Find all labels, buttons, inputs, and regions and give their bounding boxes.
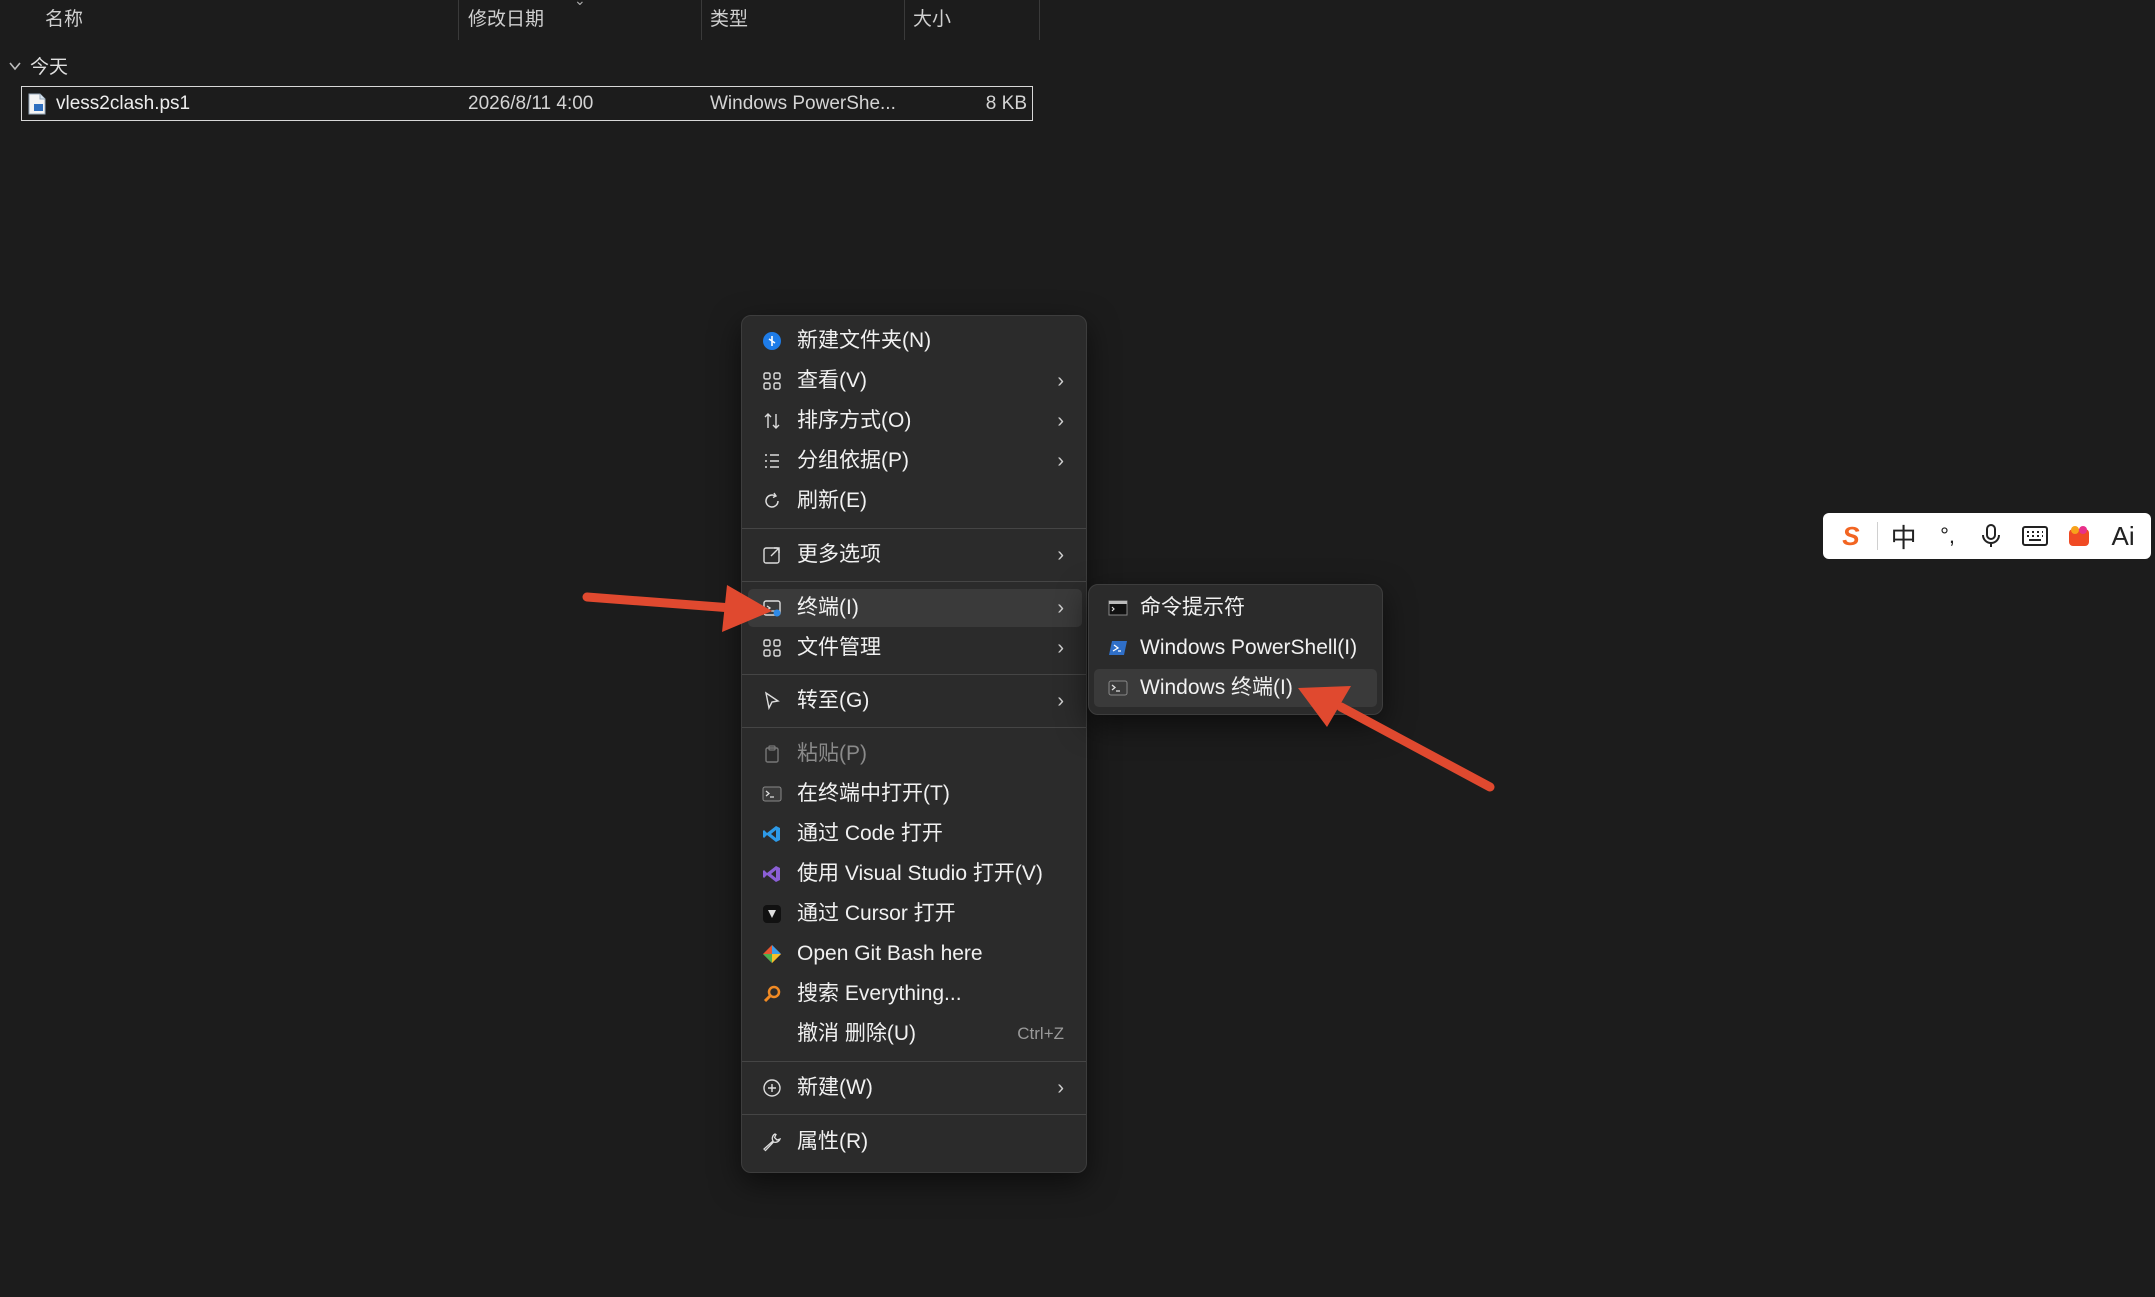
menu-item-paste[interactable]: 粘贴(P) — [748, 735, 1082, 773]
menu-item-sort[interactable]: 排序方式(O) › — [748, 402, 1082, 440]
menu-separator — [742, 727, 1086, 728]
wrench-icon — [762, 1132, 782, 1152]
submenu-item-cmd[interactable]: 命令提示符 — [1094, 589, 1377, 627]
terminal-icon — [762, 784, 782, 804]
column-divider[interactable] — [1039, 0, 1040, 40]
chevron-right-icon: › — [1057, 637, 1064, 659]
sort-chevron-icon: ⌄ — [574, 0, 586, 8]
shortcut-hint: Ctrl+Z — [1017, 1024, 1064, 1043]
file-row[interactable]: vless2clash.ps1 2026/8/11 4:00 Windows P… — [21, 86, 1033, 121]
powershell-icon — [1108, 638, 1128, 658]
keyboard-icon[interactable] — [2017, 518, 2053, 554]
group-by-icon — [762, 451, 782, 471]
sogou-logo-icon[interactable]: S — [1833, 518, 1869, 554]
cursor-app-icon — [762, 904, 782, 924]
file-type: Windows PowerShe... — [710, 93, 896, 114]
menu-item-new-folder[interactable]: 新建文件夹(N) — [748, 322, 1082, 360]
column-divider[interactable] — [458, 0, 459, 40]
menu-separator — [742, 674, 1086, 675]
chevron-right-icon: › — [1057, 410, 1064, 432]
menu-separator — [742, 1114, 1086, 1115]
menu-item-terminal[interactable]: 终端(I) › — [748, 589, 1082, 627]
chevron-right-icon: › — [1057, 450, 1064, 472]
visual-studio-icon — [762, 864, 782, 884]
menu-item-goto[interactable]: 转至(G) › — [748, 682, 1082, 720]
powershell-script-icon — [28, 93, 46, 115]
vscode-icon — [762, 824, 782, 844]
menu-item-open-in-terminal[interactable]: 在终端中打开(T) — [748, 775, 1082, 813]
column-name[interactable]: 名称 — [45, 0, 83, 40]
chevron-right-icon: › — [1057, 597, 1064, 619]
more-options-icon — [762, 545, 782, 565]
menu-item-new[interactable]: 新建(W) › — [748, 1069, 1082, 1107]
terminal-submenu: 命令提示符 Windows PowerShell(I) Windows 终端(I… — [1088, 584, 1383, 715]
chevron-right-icon: › — [1057, 690, 1064, 712]
group-header-today[interactable]: 今天 — [8, 52, 68, 79]
paste-icon — [762, 744, 782, 764]
menu-item-open-with-code[interactable]: 通过 Code 打开 — [748, 815, 1082, 853]
ai-assistant-icon[interactable]: Ai — [2105, 518, 2141, 554]
chevron-right-icon: › — [1057, 1077, 1064, 1099]
terminal-icon — [762, 598, 782, 618]
git-icon — [762, 944, 782, 964]
menu-item-open-with-cursor[interactable]: 通过 Cursor 打开 — [748, 895, 1082, 933]
refresh-icon — [762, 491, 782, 511]
file-manage-icon — [762, 638, 782, 658]
chevron-down-icon — [9, 61, 21, 70]
cmd-icon — [1108, 598, 1128, 618]
toolbar-divider — [1876, 522, 1878, 550]
file-name: vless2clash.ps1 — [56, 93, 191, 114]
chinese-mode-toggle[interactable]: 中 — [1886, 518, 1922, 554]
file-date: 2026/8/11 4:00 — [468, 93, 594, 114]
column-type[interactable]: 类型 — [710, 0, 748, 40]
menu-item-view[interactable]: 查看(V) › — [748, 362, 1082, 400]
column-size[interactable]: 大小 — [913, 0, 951, 40]
sort-icon — [762, 411, 782, 431]
menu-separator — [742, 528, 1086, 529]
menu-item-open-with-visual-studio[interactable]: 使用 Visual Studio 打开(V) — [748, 855, 1082, 893]
menu-item-more-options[interactable]: 更多选项 › — [748, 536, 1082, 574]
file-size: 8 KB — [985, 93, 1027, 114]
menu-separator — [742, 1061, 1086, 1062]
column-modified-date[interactable]: 修改日期 — [468, 0, 544, 40]
menu-item-properties[interactable]: 属性(R) — [748, 1123, 1082, 1161]
punctuation-toggle[interactable]: °, — [1930, 518, 1966, 554]
menu-item-open-git-bash[interactable]: Open Git Bash here — [748, 935, 1082, 973]
column-divider[interactable] — [904, 0, 905, 40]
new-plus-icon — [762, 1078, 782, 1098]
skin-icon[interactable] — [2061, 518, 2097, 554]
view-grid-icon — [762, 371, 782, 391]
ime-toolbar: S 中 °, Ai — [1823, 513, 2151, 559]
menu-item-undo-delete[interactable]: 撤消 删除(U) Ctrl+Z — [748, 1015, 1082, 1053]
column-divider[interactable] — [701, 0, 702, 40]
microphone-icon[interactable] — [1973, 518, 2009, 554]
chevron-right-icon: › — [1057, 544, 1064, 566]
group-label: 今天 — [30, 57, 69, 78]
submenu-item-windows-terminal[interactable]: Windows 终端(I) — [1094, 669, 1377, 707]
everything-search-icon — [762, 984, 782, 1004]
submenu-item-powershell[interactable]: Windows PowerShell(I) — [1094, 629, 1377, 667]
new-folder-icon — [762, 331, 782, 351]
goto-cursor-icon — [762, 691, 782, 711]
column-header-bar: 名称 修改日期 ⌄ 类型 大小 — [0, 0, 1040, 40]
context-menu: 新建文件夹(N) 查看(V) › 排序方式(O) › 分组依据(P) › 刷新(… — [741, 315, 1087, 1173]
menu-separator — [742, 581, 1086, 582]
menu-item-group-by[interactable]: 分组依据(P) › — [748, 442, 1082, 480]
menu-item-file-manage[interactable]: 文件管理 › — [748, 629, 1082, 667]
menu-item-search-everything[interactable]: 搜索 Everything... — [748, 975, 1082, 1013]
chevron-right-icon: › — [1057, 370, 1064, 392]
windows-terminal-icon — [1108, 678, 1128, 698]
menu-item-refresh[interactable]: 刷新(E) — [748, 482, 1082, 520]
